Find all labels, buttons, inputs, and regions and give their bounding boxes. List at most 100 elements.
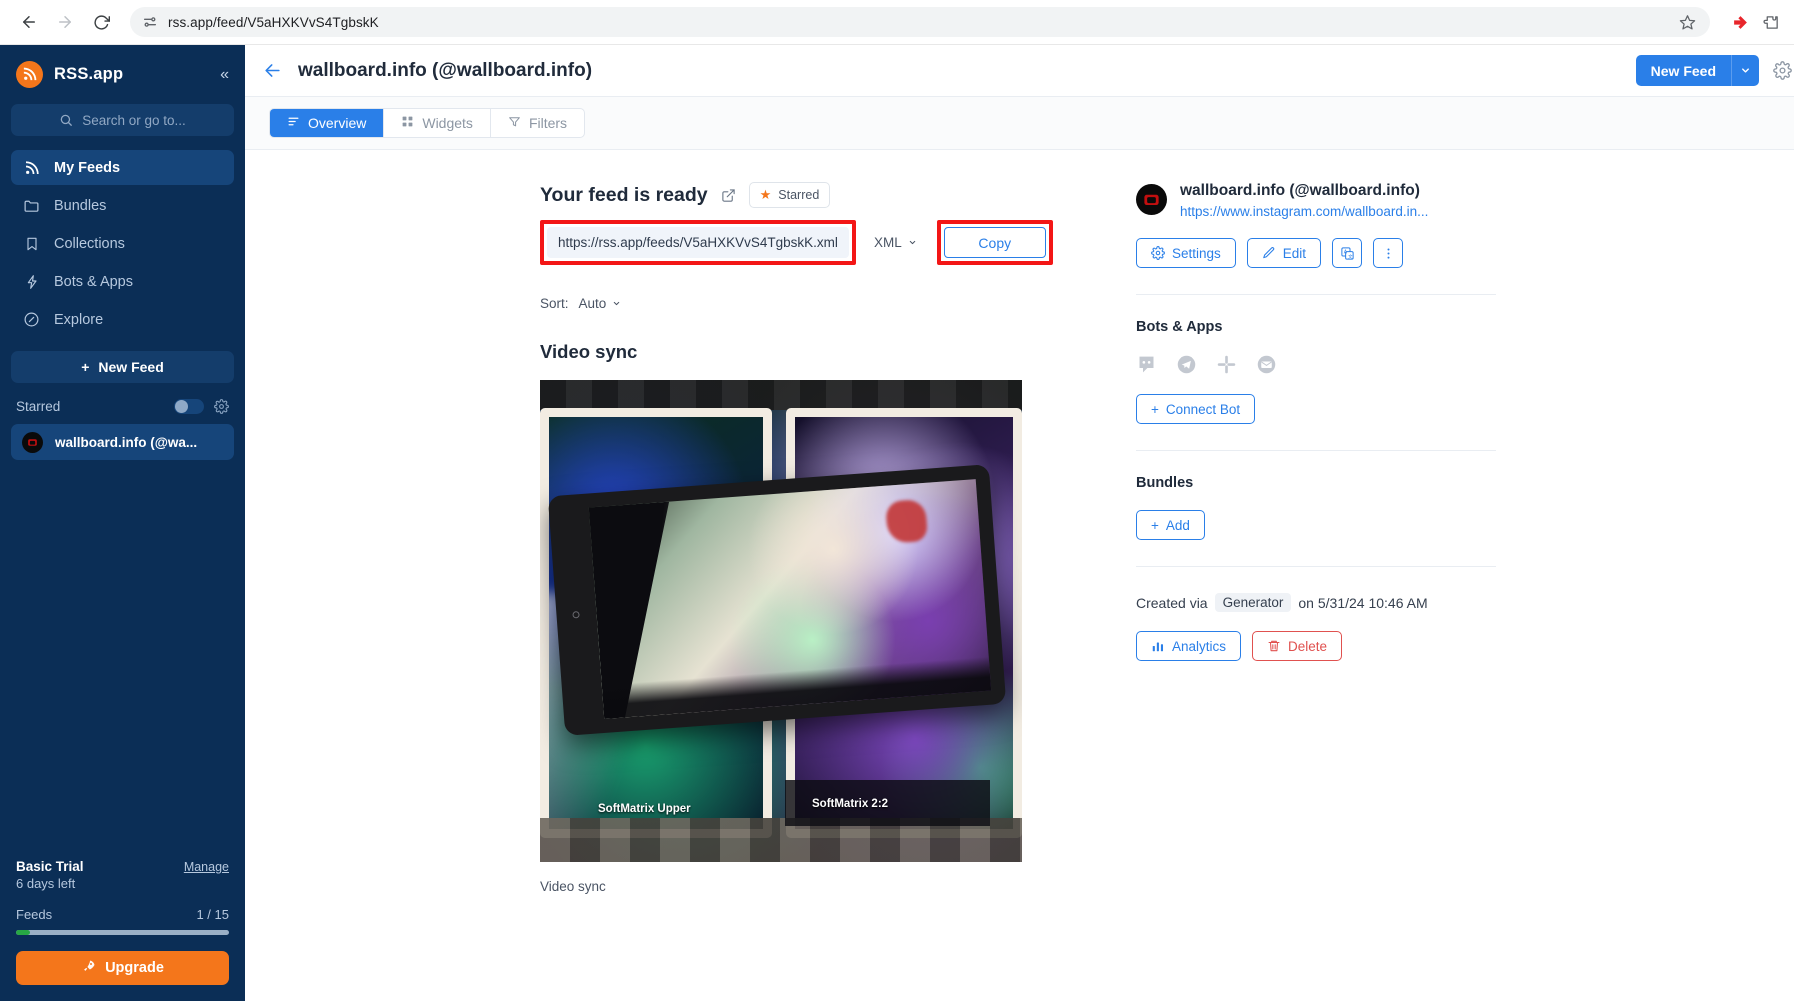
delete-button[interactable]: Delete	[1252, 631, 1343, 661]
trial-plan-name: Basic Trial	[16, 859, 84, 874]
feed-action-buttons: Settings Edit A文	[1136, 238, 1496, 268]
bot-icons-row	[1136, 354, 1496, 375]
camera-dot	[572, 611, 580, 619]
plus-icon: +	[1151, 401, 1159, 417]
sort-row: Sort: Auto	[540, 296, 1100, 311]
plus-icon: +	[1151, 517, 1159, 533]
search-placeholder: Search or go to...	[82, 112, 186, 128]
external-link-icon[interactable]	[721, 188, 736, 203]
divider	[1136, 450, 1496, 451]
new-feed-button[interactable]: New Feed	[1636, 55, 1731, 86]
bolt-icon	[23, 274, 40, 290]
sidebar-item-label: Explore	[54, 311, 104, 328]
sidebar-feed-item[interactable]: wallboard.info (@wa...	[11, 424, 234, 460]
feed-item-thumbnail[interactable]: SoftMatrix Upper SoftMatrix 2:2	[540, 380, 1022, 862]
sidebar-item-bundles[interactable]: Bundles	[11, 188, 234, 223]
starred-settings-gear-icon[interactable]	[214, 399, 229, 414]
search-icon	[60, 114, 73, 126]
bookmark-icon	[23, 236, 40, 252]
email-icon[interactable]	[1256, 354, 1277, 375]
starred-toggle[interactable]	[174, 399, 204, 414]
funnel-icon	[508, 115, 521, 131]
sidebar-item-explore[interactable]: Explore	[11, 302, 234, 337]
new-feed-button-group[interactable]: New Feed	[1635, 55, 1759, 86]
tabs: Overview Widgets Filters	[269, 108, 586, 138]
gear-icon[interactable]	[1773, 61, 1792, 80]
copy-button[interactable]: Copy	[943, 227, 1046, 258]
sort-label: Sort:	[540, 296, 569, 311]
delete-label: Delete	[1288, 638, 1328, 654]
manage-subscription-link[interactable]: Manage	[184, 860, 229, 874]
bundles-row: + Add	[1136, 510, 1496, 540]
site-settings-icon[interactable]	[142, 14, 158, 30]
feed-source-url[interactable]: https://www.instagram.com/wallboard.in..…	[1180, 204, 1428, 219]
bar-chart-icon	[1152, 642, 1164, 652]
page-title: wallboard.info (@wallboard.info)	[298, 59, 593, 81]
settings-button-label: Settings	[1172, 245, 1221, 261]
feed-ready-row: Your feed is ready ★ Starred	[540, 182, 1100, 208]
trial-panel: Basic Trial Manage 6 days left Feeds 1 /…	[0, 845, 245, 1001]
bookmark-star-icon[interactable]	[1679, 14, 1698, 31]
sidebar-nav: My Feeds Bundles Collections Bots & Apps	[0, 150, 245, 337]
starred-label: Starred	[16, 399, 61, 414]
feed-format-select[interactable]: XML	[860, 235, 931, 250]
star-filled-icon: ★	[759, 187, 772, 202]
more-options-button[interactable]	[1373, 238, 1404, 268]
browser-forward-button[interactable]	[50, 7, 80, 37]
sidebar-new-feed-label: New Feed	[98, 359, 164, 375]
sort-select[interactable]: Auto	[579, 296, 622, 311]
avatar	[1136, 184, 1167, 215]
translate-button[interactable]: A文	[1332, 238, 1363, 268]
puzzle-icon[interactable]	[1763, 14, 1780, 31]
browser-reload-button[interactable]	[86, 7, 116, 37]
sidebar-item-bots-apps[interactable]: Bots & Apps	[11, 264, 234, 299]
sidebar-new-feed-button[interactable]: + New Feed	[11, 351, 234, 383]
bots-apps-title: Bots & Apps	[1136, 319, 1223, 335]
tab-overview[interactable]: Overview	[270, 109, 385, 137]
analytics-button[interactable]: Analytics	[1136, 631, 1242, 661]
feed-details-panel: wallboard.info (@wallboard.info) https:/…	[1136, 182, 1496, 1001]
image-label-upper: SoftMatrix Upper	[598, 803, 691, 815]
feed-item-title[interactable]: Video sync	[540, 341, 1100, 363]
avatar	[22, 431, 43, 453]
gear-icon	[1151, 246, 1165, 260]
page-header: wallboard.info (@wallboard.info) New Fee…	[245, 45, 1794, 97]
sidebar-item-label: Bots & Apps	[54, 273, 133, 290]
feeds-progress-bar	[16, 930, 229, 935]
tab-label: Overview	[308, 115, 367, 131]
sidebar-feed-list: wallboard.info (@wa...	[0, 420, 245, 460]
address-bar[interactable]: rss.app/feed/V5aHXKVvS4TgbskK	[130, 7, 1710, 37]
tab-filters[interactable]: Filters	[491, 109, 584, 137]
feed-url-input[interactable]	[547, 227, 849, 258]
created-info: Created via Generator on 5/31/24 10:46 A…	[1136, 593, 1496, 612]
page-back-button[interactable]	[263, 61, 282, 80]
collapse-sidebar-button[interactable]: «	[220, 66, 229, 84]
feeds-usage-label: Feeds	[16, 907, 53, 922]
tablet-front	[547, 464, 1007, 736]
sidebar-item-label: Collections	[54, 235, 125, 252]
analytics-delete-row: Analytics Delete	[1136, 631, 1496, 661]
settings-button[interactable]: Settings	[1136, 238, 1236, 268]
upgrade-button[interactable]: Upgrade	[16, 951, 229, 985]
tabs-bar: Overview Widgets Filters	[245, 97, 1794, 150]
chevron-down-icon	[909, 240, 916, 245]
search-input[interactable]: Search or go to...	[11, 104, 234, 136]
extension-icon[interactable]	[1732, 14, 1749, 31]
created-prefix: Created via	[1136, 594, 1208, 611]
starred-chip[interactable]: ★ Starred	[748, 182, 831, 208]
feed-url-highlight	[540, 220, 856, 265]
feed-identity: wallboard.info (@wallboard.info) https:/…	[1136, 182, 1496, 219]
tab-widgets[interactable]: Widgets	[384, 109, 491, 137]
sidebar-item-collections[interactable]: Collections	[11, 226, 234, 261]
feed-format-label: XML	[874, 235, 902, 250]
slack-icon[interactable]	[1216, 354, 1237, 375]
add-bundle-button[interactable]: + Add	[1136, 510, 1205, 540]
sidebar-item-my-feeds[interactable]: My Feeds	[11, 150, 234, 185]
browser-back-button[interactable]	[14, 7, 44, 37]
connect-bot-button[interactable]: + Connect Bot	[1136, 394, 1256, 424]
edit-button[interactable]: Edit	[1246, 238, 1322, 268]
telegram-icon[interactable]	[1176, 354, 1197, 375]
chevron-down-icon[interactable]	[1731, 55, 1759, 86]
brand[interactable]: RSS.app «	[0, 45, 245, 98]
discord-icon[interactable]	[1136, 354, 1157, 375]
